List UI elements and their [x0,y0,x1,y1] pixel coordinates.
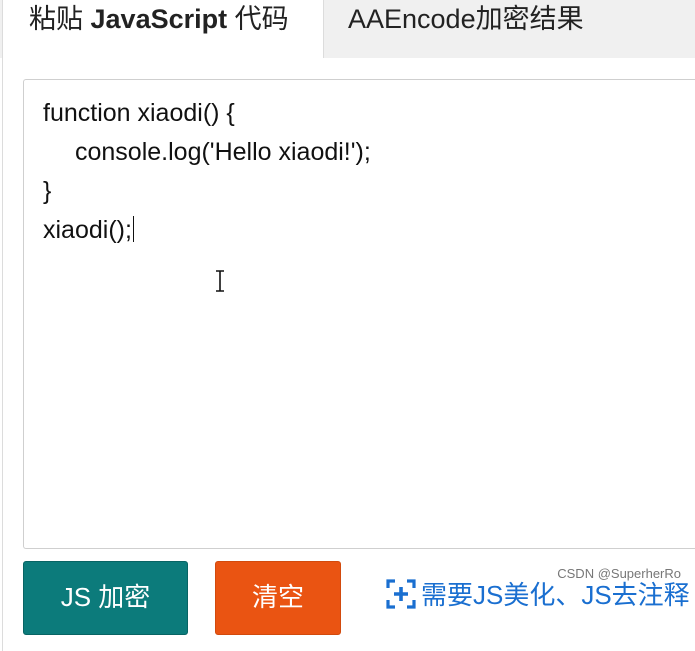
page: 粘贴 JavaScript 代码 AAEncode加密结果 function x… [0,0,695,651]
code-line: function xiaodi() { [43,99,235,127]
ibeam-cursor-icon [216,270,224,292]
code-line-last: xiaodi(); [43,211,695,250]
plus-box-icon [386,579,416,609]
code-line: console.log('Hello xiaodi!'); [75,138,371,166]
csdn-watermark: CSDN @SuperherRo [557,566,681,581]
js-beautify-link[interactable]: 需要JS美化、JS去注释 [386,575,690,615]
code-line-text: xiaodi(); [43,216,132,244]
tab-paste-suffix: 代码 [227,4,289,34]
tab-paste-javascript[interactable]: 粘贴 JavaScript 代码 [2,0,324,58]
tab-aaencode-result[interactable]: AAEncode加密结果 [348,0,688,58]
code-line: } [43,177,52,205]
clear-button[interactable]: 清空 [215,561,341,635]
code-textarea[interactable]: function xiaodi() { console.log('Hello x… [23,79,695,549]
js-beautify-link-text: 需要JS美化、JS去注释 [421,580,690,610]
text-caret [132,216,134,242]
tab-paste-prefix: 粘贴 [29,4,91,34]
tab-panel: function xiaodi() { console.log('Hello x… [2,58,695,651]
js-encrypt-button[interactable]: JS 加密 [23,561,188,635]
tab-paste-bold: JavaScript [90,4,228,34]
tab-bar: 粘贴 JavaScript 代码 AAEncode加密结果 [0,0,695,58]
tab-result-label: AAEncode加密结果 [348,4,584,34]
